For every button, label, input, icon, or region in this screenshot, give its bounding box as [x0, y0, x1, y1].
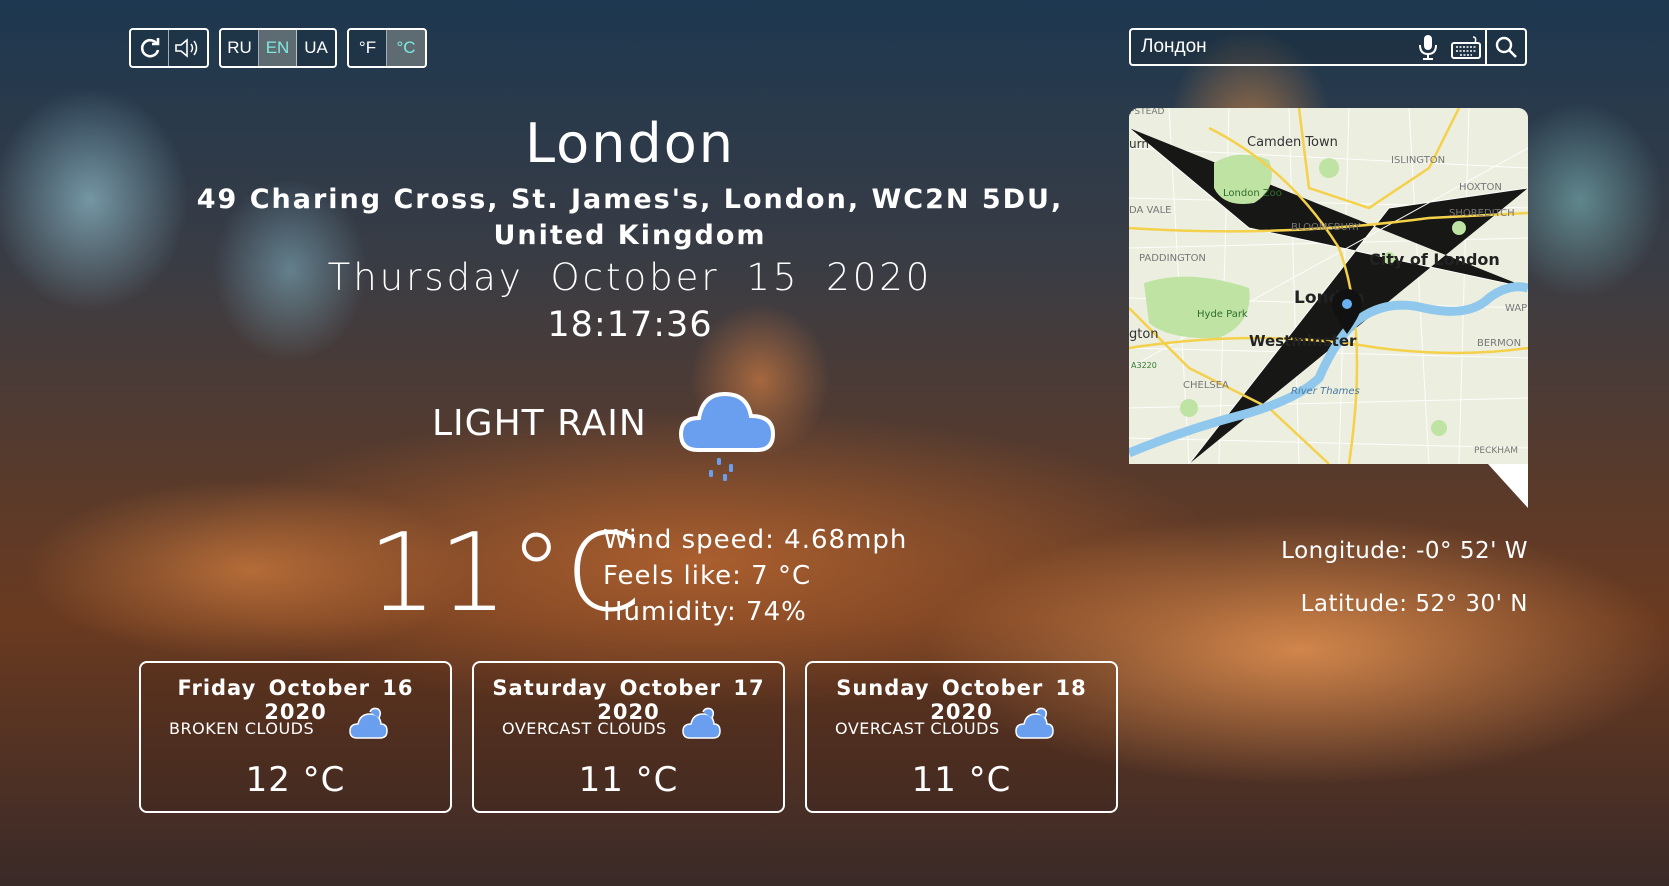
humidity: Humidity: 74%: [603, 597, 807, 627]
forecast-date: Friday October 16 2020: [177, 676, 414, 724]
map-tail: [1488, 464, 1528, 508]
refresh-button[interactable]: [131, 30, 169, 66]
map-label-wap: WAP: [1505, 303, 1527, 314]
longitude: Longitude: -0° 52' W: [1281, 538, 1528, 564]
map-label-camden: Camden Town: [1247, 135, 1338, 150]
light-rain-icon: [673, 380, 783, 494]
keyboard-icon: [1451, 36, 1481, 59]
map-label-chelsea: CHELSEA: [1183, 380, 1229, 391]
forecast-card: Friday October 16 2020 BROKEN CLOUDS 12 …: [139, 661, 452, 813]
forecast-card: Sunday October 18 2020 OVERCAST CLOUDS 1…: [805, 661, 1118, 813]
language-ru-button[interactable]: RU: [221, 30, 259, 66]
cloudy-icon: [1015, 707, 1054, 739]
current-date: Thursday October 15 2020: [327, 256, 933, 299]
language-ua-button[interactable]: UA: [297, 30, 335, 66]
weather-condition: LIGHT RAIN: [432, 403, 647, 444]
location-map[interactable]: Camden Town ISLINGTON London Zoo HOXTON …: [1129, 108, 1528, 464]
map-label-shoreditch: SHOREDITCH: [1449, 208, 1515, 219]
map-label-hyde: Hyde Park: [1197, 309, 1248, 320]
map-label-road: A3220: [1131, 361, 1157, 370]
map-label-peckham: PECKHAM: [1474, 446, 1518, 456]
wind-speed: Wind speed: 4.68mph: [603, 525, 908, 555]
map-label-bloomsbury: BLOOMSBURY: [1291, 222, 1361, 233]
refresh-sound-group: [129, 28, 209, 68]
map-label-bermon: BERMON: [1477, 338, 1521, 349]
forecast-temperature: 12 °C: [245, 760, 346, 800]
forecast-date: Sunday October 18 2020: [836, 676, 1087, 724]
refresh-icon: [140, 38, 159, 58]
forecast-date: Saturday October 17 2020: [492, 676, 765, 724]
forecast-card: Saturday October 17 2020 OVERCAST CLOUDS…: [472, 661, 785, 813]
top-controls: RU EN UA °F °C: [129, 28, 427, 68]
search-input[interactable]: [1131, 36, 1409, 58]
language-en-button[interactable]: EN: [259, 30, 297, 66]
forecast-temperature: 11 °C: [578, 760, 679, 800]
speaker-icon: [175, 38, 198, 58]
unit-fahrenheit-button[interactable]: °F: [349, 30, 387, 66]
weather-details: Wind speed: 4.68mph Feels like: 7 °C Hum…: [603, 522, 907, 630]
latitude: Latitude: 52° 30' N: [1300, 591, 1528, 617]
forecast-description: OVERCAST CLOUDS: [502, 719, 667, 738]
voice-search-button[interactable]: [1409, 30, 1447, 64]
forecast-description: BROKEN CLOUDS: [169, 719, 315, 738]
map-label-urn: urn: [1129, 137, 1149, 151]
feels-like: Feels like: 7 °C: [603, 561, 812, 591]
map-label-pstead: PSTEAD: [1129, 108, 1164, 117]
current-temperature: 11°C: [368, 511, 643, 636]
map-label-paddington: PADDINGTON: [1139, 253, 1206, 264]
map-label-river: River Thames: [1291, 386, 1360, 397]
unit-group: °F °C: [347, 28, 427, 68]
map-label-kensington: gton: [1129, 327, 1159, 342]
forecast-temperature: 11 °C: [911, 760, 1012, 800]
microphone-icon: [1419, 35, 1437, 60]
full-address: 49 Charing Cross, St. James's, London, W…: [196, 184, 1064, 251]
sound-button[interactable]: [169, 30, 207, 66]
map-label-vale: DA VALE: [1129, 205, 1171, 216]
language-group: RU EN UA: [219, 28, 337, 68]
forecast-list: Friday October 16 2020 BROKEN CLOUDS 12 …: [139, 661, 1118, 813]
cloudy-icon: [349, 707, 388, 739]
search-button[interactable]: [1485, 30, 1525, 64]
map-label-islington: ISLINGTON: [1391, 155, 1445, 166]
map-label-hoxton: HOXTON: [1459, 182, 1502, 193]
search-bar: [1129, 28, 1527, 66]
forecast-description: OVERCAST CLOUDS: [835, 719, 1000, 738]
map-label-city: City of London: [1369, 250, 1500, 269]
map-label-zoo: London Zoo: [1223, 188, 1282, 199]
search-icon: [1495, 36, 1517, 58]
city-name: London: [525, 112, 735, 175]
cloudy-icon: [682, 707, 721, 739]
current-time: 18:17:36: [547, 305, 713, 345]
unit-celsius-button[interactable]: °C: [387, 30, 425, 66]
map-label-westminster: Westminster: [1249, 332, 1357, 350]
virtual-keyboard-button[interactable]: [1447, 30, 1485, 64]
